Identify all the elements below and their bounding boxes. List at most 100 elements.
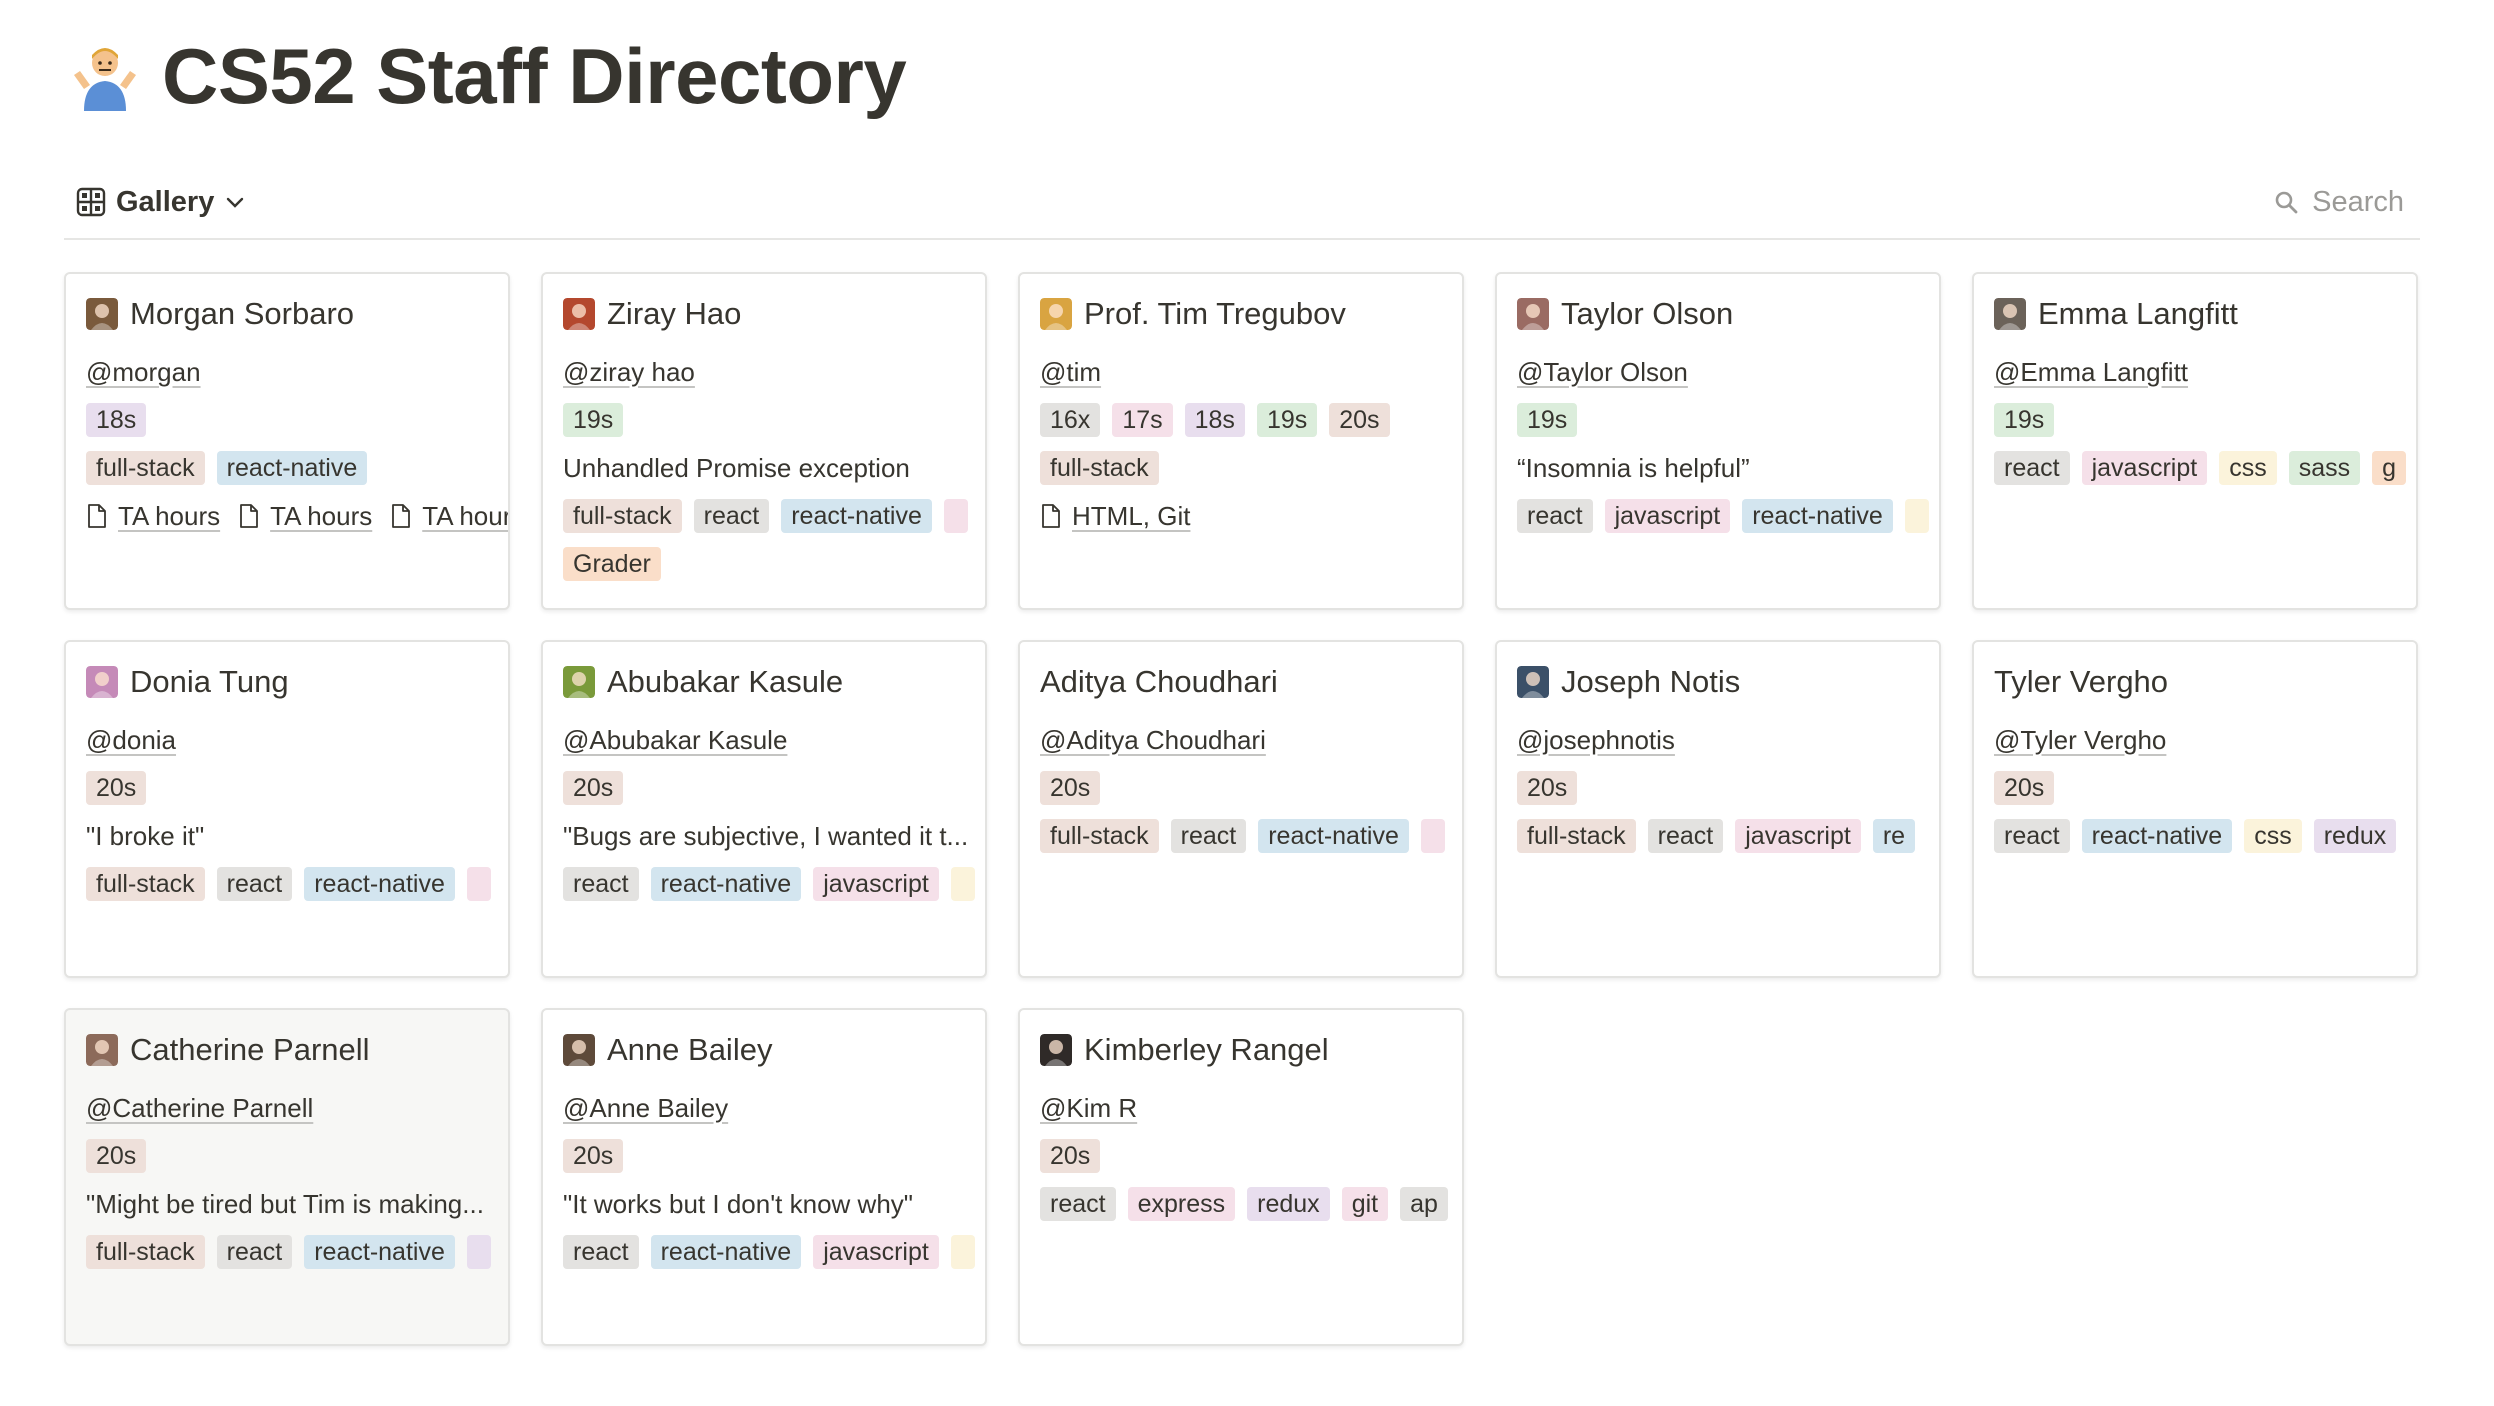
tag [950,867,975,901]
person-mention[interactable]: @morgan [86,357,201,388]
staff-card[interactable]: Ziray Hao @ziray hao 19s Unhandled Promise … [541,272,987,610]
property-row: full-stack react react-native [86,1228,508,1276]
property-row: 20s [563,764,985,812]
person-mention[interactable]: @Kim R [1040,1093,1137,1124]
person-shrugging-icon[interactable] [68,39,142,113]
tag: g [2372,451,2406,485]
file-link[interactable]: HTML, Git [1040,501,1190,532]
property-row: full-stack react-native [86,444,508,492]
person-mention[interactable]: @ziray hao [563,357,695,388]
staff-card[interactable]: Catherine Parnell @Catherine Parnell 20s "M… [64,1008,510,1346]
tag: javascript [813,1235,939,1269]
tag: react-native [1258,819,1409,853]
handle-row: @ziray hao [563,348,985,396]
handle-row: @josephnotis [1517,716,1939,764]
tag-list: 20s [86,1139,147,1173]
staff-card[interactable]: Anne Bailey @Anne Bailey 20s "It works but … [541,1008,987,1346]
file-link[interactable]: TA hours [390,501,508,532]
card-header: Tyler Vergho [1994,662,2416,702]
tag-list: full-stack [1040,451,1159,485]
tag: sass [2288,451,2361,485]
tag-list: react react-native javascript [563,1235,975,1269]
tag: 19s [563,403,624,437]
search-button[interactable]: Search [2258,180,2420,225]
tag-list: full-stack react react-native [86,1235,491,1269]
handle-row: @Tyler Vergho [1994,716,2416,764]
tag-list: react react-native css redux [1994,819,2397,853]
tag: 19s [1256,403,1318,437]
staff-card[interactable]: Kimberley Rangel @Kim R 20s react express red… [1018,1008,1464,1346]
tag: express [1127,1187,1236,1221]
person-mention[interactable]: @Taylor Olson [1517,357,1688,388]
file-link-label: HTML, Git [1072,500,1191,531]
tag: react [1994,819,2070,853]
staff-card[interactable]: Aditya Choudhari @Aditya Choudhari 20s full… [1018,640,1464,978]
staff-name: Morgan Sorbaro [130,296,355,331]
view-switcher-button[interactable]: Gallery [64,180,258,225]
property-row: 16x 17s 18s 19s 20s [1040,396,1462,444]
property-row: 20s [1994,764,2416,812]
page-icon [240,504,259,528]
person-mention[interactable]: @Anne Bailey [563,1093,728,1124]
property-row: Unhandled Promise exception [563,444,985,492]
tag-list: full-stack react react-native [563,499,968,533]
tag: 20s [1994,771,2055,805]
file-link-label: TA hours [422,500,508,531]
tag: react [1040,1187,1116,1221]
tag-list: react react-native javascript [563,867,975,901]
card-header: Emma Langfitt [1994,294,2416,334]
tag: full-stack [563,499,682,533]
property-row: react react-native javascript [563,1228,985,1276]
staff-card[interactable]: Abubakar Kasule @Abubakar Kasule 20s "Bugs … [541,640,987,978]
person-mention[interactable]: @Catherine Parnell [86,1093,313,1124]
tag: 20s [1040,771,1101,805]
person-mention[interactable]: @tim [1040,357,1101,388]
tag-list: react javascript css sass g [1994,451,2406,485]
person-mention[interactable]: @Emma Langfitt [1994,357,2188,388]
person-mention[interactable]: @Abubakar Kasule [563,725,787,756]
property-row: full-stack react react-native [86,860,508,908]
property-row: "I broke it" [86,812,508,860]
tag: 18s [1184,403,1245,437]
person-mention[interactable]: @Tyler Vergho [1994,725,2166,756]
tag-list: 18s [86,403,147,437]
staff-card[interactable]: Donia Tung @donia 20s "I broke it" full-stac… [64,640,510,978]
person-mention[interactable]: @josephnotis [1517,725,1675,756]
property-row: "Might be tired but Tim is making... [86,1180,508,1228]
property-row: full-stack react react-native [1040,812,1462,860]
tag: javascript [2081,451,2208,485]
tag: redux [2313,819,2397,853]
tag: react [693,499,770,533]
tag: javascript [1735,819,1861,853]
tag [943,499,968,533]
tag: full-stack [1517,819,1636,853]
avatar-icon [86,298,118,330]
tag [1420,819,1445,853]
page-icon [392,504,411,528]
handle-row: @donia [86,716,508,764]
tag-list: 19s [1517,403,1578,437]
staff-card[interactable]: Joseph Notis @josephnotis 20s full-stack rea… [1495,640,1941,978]
tag-list: react express redux git ap [1040,1187,1448,1221]
tag: full-stack [86,451,205,485]
file-link[interactable]: TA hours [238,501,372,532]
staff-card[interactable]: Morgan Sorbaro @morgan 18s full-stack react-… [64,272,510,610]
gallery-icon [76,187,106,217]
file-link[interactable]: TA hours [86,501,220,532]
staff-card[interactable]: Emma Langfitt @Emma Langfitt 19s react javas… [1972,272,2418,610]
chevron-down-icon [227,197,244,208]
person-mention[interactable]: @Aditya Choudhari [1040,725,1266,756]
tag-list: 20s [563,1139,624,1173]
search-label: Search [2312,185,2404,218]
person-mention[interactable]: @donia [86,725,176,756]
page-icon [88,504,106,528]
quote-text: Unhandled Promise exception [563,452,910,483]
staff-name: Taylor Olson [1561,296,1734,331]
staff-card[interactable]: Prof. Tim Tregubov @tim 16x 17s 18s 19s 20s ful… [1018,272,1464,610]
tag: javascript [1604,499,1731,533]
tag: 20s [1329,403,1390,437]
staff-card[interactable]: Tyler Vergho @Tyler Vergho 20s react react-n… [1972,640,2418,978]
property-row: react react-native css redux [1994,812,2416,860]
staff-card[interactable]: Taylor Olson @Taylor Olson 19s “Insomnia is… [1495,272,1941,610]
property-row: full-stack react react-native [563,492,985,540]
